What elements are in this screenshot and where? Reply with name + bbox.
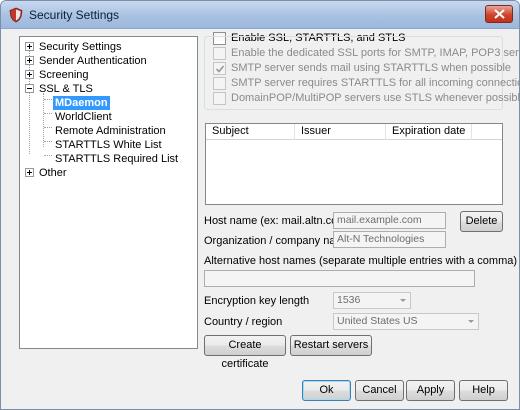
checkbox-label: Enable the dedicated SSL ports for SMTP,… bbox=[231, 47, 520, 59]
tree-item-label[interactable]: Sender Authentication bbox=[37, 54, 149, 68]
checkbox-box[interactable] bbox=[213, 77, 226, 90]
security-settings-window: Security Settings Security Settings Send… bbox=[0, 0, 520, 410]
window-title: Security Settings bbox=[29, 8, 120, 22]
title-bar[interactable]: Security Settings bbox=[1, 1, 519, 29]
column-header-subject[interactable]: Subject bbox=[206, 124, 295, 140]
smtp-sends-starttls-checkbox[interactable]: SMTP server sends mail using STARTTLS wh… bbox=[213, 61, 511, 75]
checkmark-icon bbox=[215, 65, 225, 73]
key-length-value: 1536 bbox=[337, 294, 361, 306]
tree-item-label[interactable]: WorldClient bbox=[53, 110, 114, 124]
host-name-label: Host name (ex: mail.altn.com) bbox=[204, 215, 351, 227]
help-button[interactable]: Help bbox=[459, 380, 508, 401]
checkbox-box[interactable] bbox=[213, 47, 226, 60]
alt-host-names-label: Alternative host names (separate multipl… bbox=[204, 255, 518, 267]
chevron-down-icon bbox=[400, 299, 406, 302]
key-length-label: Encryption key length bbox=[204, 295, 310, 307]
checkbox-label: SMTP server requires STARTTLS for all in… bbox=[231, 77, 520, 89]
expand-plus-icon[interactable] bbox=[25, 168, 34, 177]
checkbox-label: SMTP server sends mail using STARTTLS wh… bbox=[231, 62, 512, 74]
country-label: Country / region bbox=[204, 316, 283, 328]
organization-input[interactable]: Alt-N Technologies bbox=[333, 231, 446, 248]
country-dropdown[interactable]: United States US bbox=[333, 313, 479, 330]
domainpop-stls-checkbox[interactable]: DomainPOP/MultiPOP servers use STLS when… bbox=[213, 91, 519, 105]
expand-plus-icon[interactable] bbox=[25, 42, 34, 51]
checkbox-label: DomainPOP/MultiPOP servers use STLS when… bbox=[231, 92, 520, 104]
close-icon bbox=[494, 9, 505, 19]
tree-item-label[interactable]: STARTTLS Required List bbox=[53, 152, 180, 166]
key-length-dropdown[interactable]: 1536 bbox=[333, 292, 411, 309]
checkbox-box[interactable] bbox=[213, 62, 226, 75]
column-header-issuer[interactable]: Issuer bbox=[295, 124, 386, 140]
collapse-minus-icon[interactable] bbox=[25, 84, 34, 93]
tree-item-label[interactable]: Remote Administration bbox=[53, 124, 168, 138]
checkbox-box[interactable] bbox=[213, 92, 226, 105]
tree-item-label[interactable]: Screening bbox=[37, 68, 91, 82]
apply-button[interactable]: Apply bbox=[406, 380, 455, 401]
dialog-content: Security Settings Sender Authentication … bbox=[8, 29, 519, 403]
organization-label: Organization / company name bbox=[204, 235, 351, 247]
cancel-button[interactable]: Cancel bbox=[355, 380, 404, 401]
certificate-list-header: Subject Issuer Expiration date bbox=[206, 124, 502, 140]
restart-servers-button[interactable]: Restart servers bbox=[290, 335, 372, 356]
dedicated-ssl-ports-checkbox[interactable]: Enable the dedicated SSL ports for SMTP,… bbox=[213, 46, 519, 60]
tree-item-label[interactable]: Security Settings bbox=[37, 40, 124, 54]
delete-button[interactable]: Delete bbox=[460, 211, 503, 232]
tree-item-label[interactable]: SSL & TLS bbox=[37, 82, 95, 96]
expand-plus-icon[interactable] bbox=[25, 70, 34, 79]
security-app-icon bbox=[9, 7, 23, 23]
smtp-requires-starttls-checkbox[interactable]: SMTP server requires STARTTLS for all in… bbox=[213, 76, 519, 90]
tree-item-label[interactable]: STARTTLS White List bbox=[53, 138, 164, 152]
close-button[interactable] bbox=[485, 5, 513, 23]
create-certificate-button[interactable]: Create certificate bbox=[204, 335, 286, 370]
certificate-list[interactable]: Subject Issuer Expiration date bbox=[205, 123, 503, 205]
chevron-down-icon bbox=[468, 320, 474, 323]
column-header-expiration-date[interactable]: Expiration date bbox=[386, 124, 472, 140]
host-name-input[interactable]: mail.example.com bbox=[333, 212, 446, 229]
tree-item-label[interactable]: MDaemon bbox=[53, 96, 110, 110]
ok-button[interactable]: Ok bbox=[302, 380, 351, 401]
settings-tree[interactable]: Security Settings Sender Authentication … bbox=[19, 36, 198, 349]
country-value: United States US bbox=[337, 315, 418, 327]
expand-plus-icon[interactable] bbox=[25, 56, 34, 65]
tree-item-label[interactable]: Other bbox=[37, 166, 69, 180]
alt-host-names-input[interactable] bbox=[204, 270, 475, 287]
